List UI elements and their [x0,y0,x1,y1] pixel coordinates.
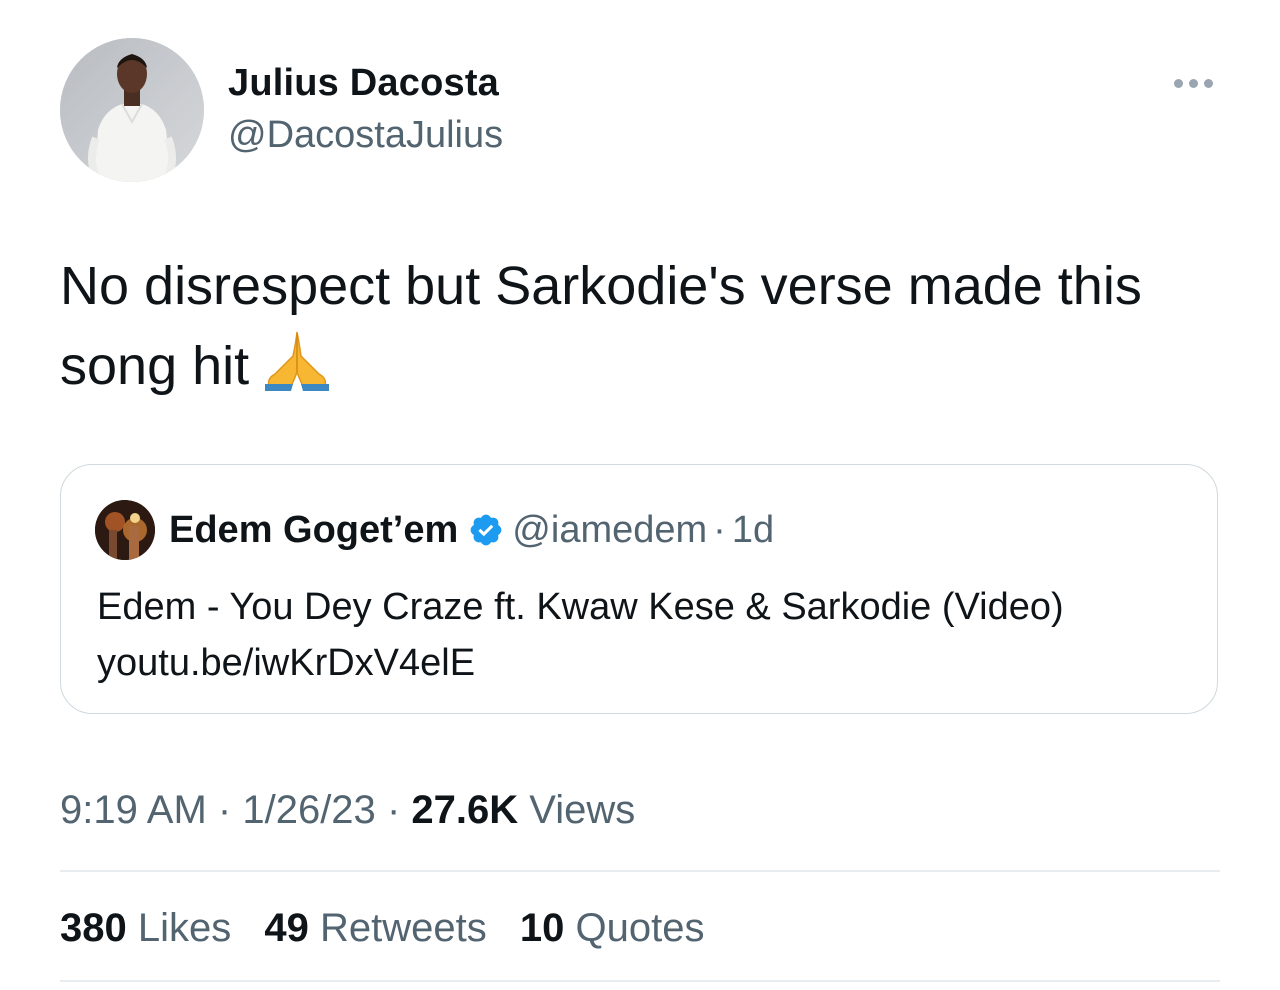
author-avatar[interactable] [60,38,204,182]
engagement-stats: 380 Likes 49 Retweets 10 Quotes [60,904,726,952]
tweet-text: No disrespect but Sarkodie's verse made … [60,246,1220,414]
quoted-separator: · [713,509,726,551]
retweets-stat[interactable]: 49 Retweets [264,904,486,952]
divider [60,980,1220,982]
divider [60,870,1220,872]
folded-hands-icon [263,328,331,414]
more-dots-icon [1189,79,1198,88]
quotes-label: Quotes [575,906,705,950]
quoted-link[interactable]: youtu.be/iwKrDxV4elE [97,635,1187,691]
retweets-label: Retweets [320,906,487,950]
meta-separator: · [217,788,232,832]
quoted-age[interactable]: 1d [732,509,774,551]
meta-separator: · [386,788,401,832]
quoted-author-avatar[interactable] [95,500,155,560]
quoted-tweet-card[interactable]: Edem Goget’em @iamedem · 1d Edem - You Dey… [60,464,1218,714]
likes-count: 380 [60,906,127,950]
tweet-meta: 9:19 AM · 1/26/23 · 27.6K Views [60,786,635,834]
views-label: Views [529,788,636,832]
author-avatar-photo [60,38,204,182]
quoted-text: Edem - You Dey Craze ft. Kwaw Kese & Sar… [97,579,1187,691]
quoted-author-name[interactable]: Edem Goget’em [169,509,458,551]
quoted-header: Edem Goget’em @iamedem · 1d [169,507,774,559]
likes-stat[interactable]: 380 Likes [60,904,231,952]
tweet-text-content: No disrespect but Sarkodie's verse made … [60,256,1142,396]
quoted-text-line: Edem - You Dey Craze ft. Kwaw Kese & Sar… [97,586,1064,628]
likes-label: Likes [137,906,232,950]
more-dots-icon [1174,79,1183,88]
quotes-stat[interactable]: 10 Quotes [520,904,705,952]
quoted-avatar-photo [95,500,155,560]
quoted-author-handle[interactable]: @iamedem [512,509,707,551]
more-options-button[interactable] [1166,64,1222,104]
quotes-count: 10 [519,906,565,950]
tweet-time[interactable]: 9:19 AM [60,788,207,832]
retweets-count: 49 [264,906,309,950]
verified-badge-icon [468,512,504,559]
views-count[interactable]: 27.6K [411,788,518,832]
tweet-detail: Julius Dacosta @DacostaJulius No disresp… [0,0,1280,990]
tweet-date[interactable]: 1/26/23 [242,788,375,832]
author-name[interactable]: Julius Dacosta [228,62,499,105]
author-handle[interactable]: @DacostaJulius [228,114,503,157]
more-dots-icon [1204,79,1213,88]
